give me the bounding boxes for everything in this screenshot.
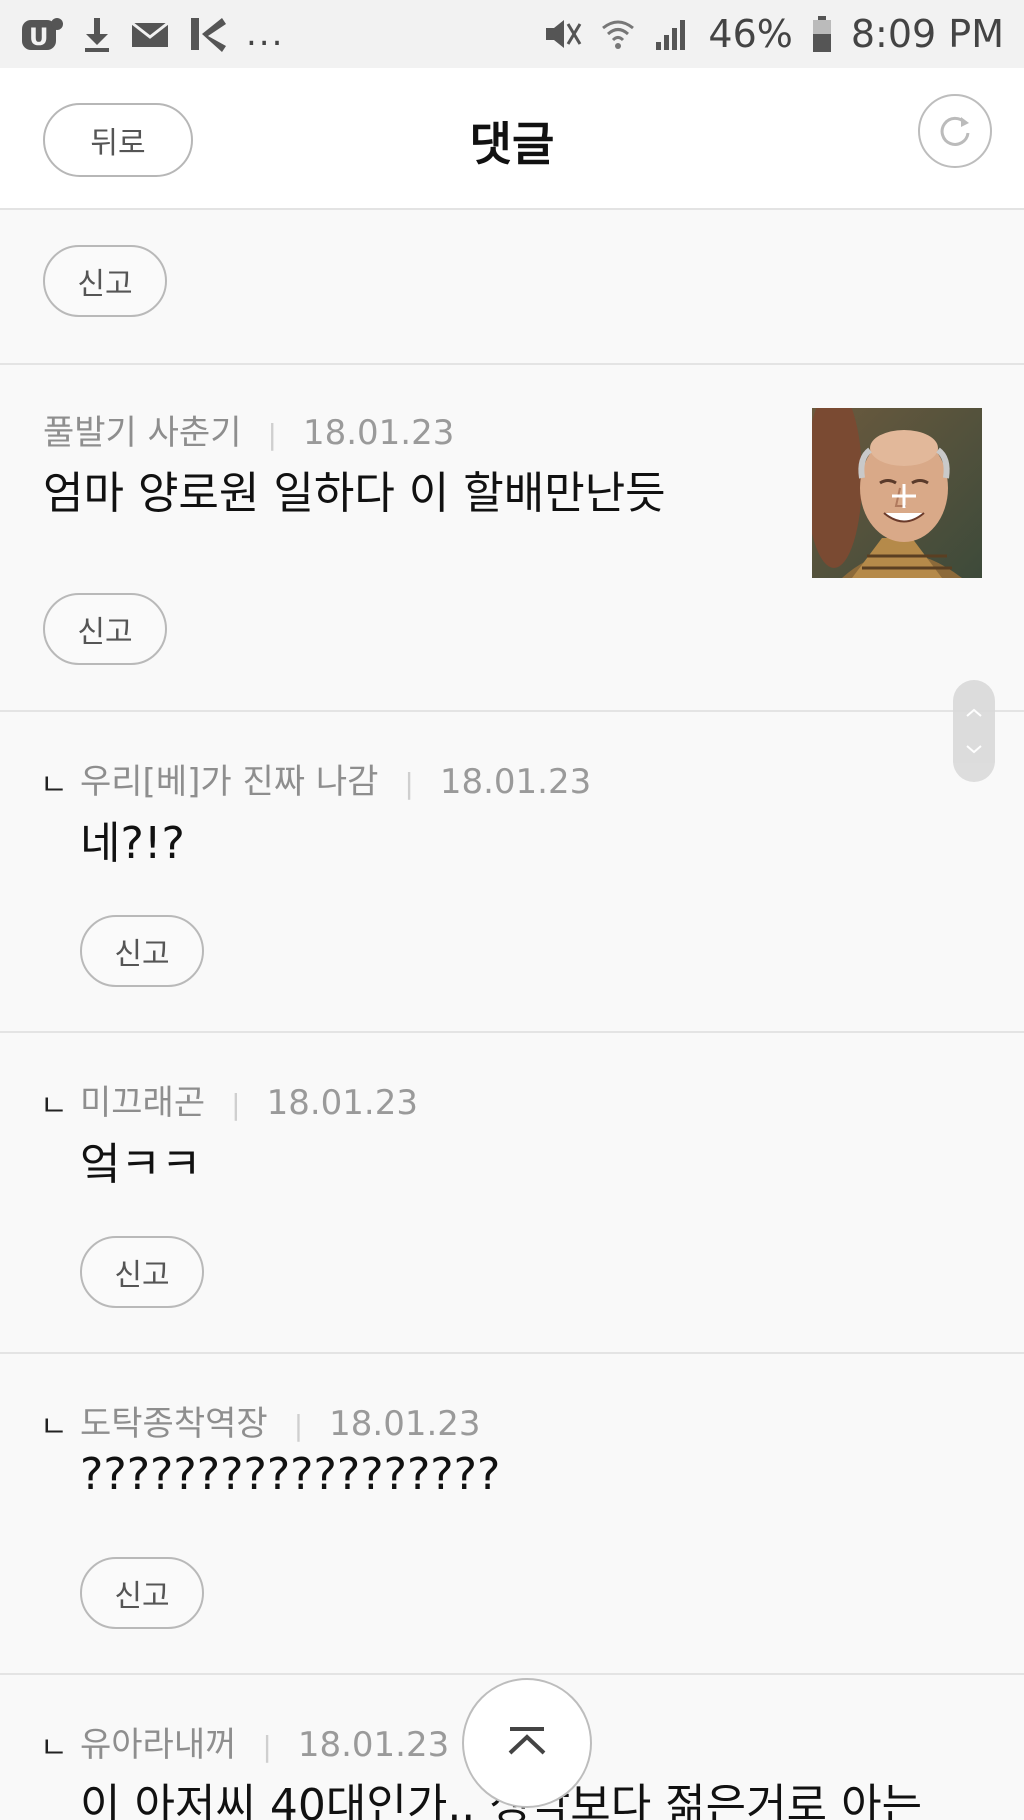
report-button[interactable]: 신고 [43,245,167,317]
report-button[interactable]: 신고 [80,915,204,987]
report-button[interactable]: 신고 [80,1236,204,1308]
mail-icon [130,14,170,54]
scroll-to-top-button[interactable] [462,1678,592,1808]
meta-separator: | [231,1088,241,1121]
status-bar: U ... 46% 8:09 PM [0,0,1024,68]
report-button[interactable]: 신고 [43,593,167,665]
comment-text: ?????????????????? [80,1449,501,1500]
refresh-icon [935,111,975,151]
reply-item: ㄴ 도탁종착역장 | 18.01.23 ?????????????????? 신고 [0,1354,1024,1675]
status-bar-left: U ... [20,14,284,54]
comment-meta: 미끄래곤 | 18.01.23 [80,1075,418,1124]
comment-date: 18.01.23 [297,1725,450,1765]
reply-indicator: ㄴ [40,1410,68,1445]
reply-indicator: ㄴ [40,1731,68,1766]
comment-meta: 풀발기 사춘기 | 18.01.23 [43,405,454,454]
meta-separator: | [267,418,277,451]
reply-item: ㄴ 미끄래곤 | 18.01.23 엌ㅋㅋ 신고 [0,1033,1024,1354]
comment-author[interactable]: 도탁종착역장 [80,1404,268,1444]
comment-author[interactable]: 미끄래곤 [80,1083,205,1123]
refresh-button[interactable] [918,94,992,168]
battery-percent: 46% [708,12,793,56]
comment-author[interactable]: 풀발기 사춘기 [43,413,242,453]
comment-meta: 유아라내꺼 | 18.01.23 [80,1717,449,1766]
comment-list[interactable]: 신고 풀발기 사춘기 | 18.01.23 엄마 양로원 일하다 이 할배만난듯 [0,210,1024,1820]
svg-text:U: U [29,23,49,51]
header: 뒤로 댓글 [0,68,1024,210]
comment-date: 18.01.23 [266,1083,418,1123]
k-app-icon [188,14,228,54]
comment-author[interactable]: 유아라내꺼 [80,1725,236,1765]
mute-icon [542,14,582,54]
page-title: 댓글 [469,117,555,171]
meta-separator: | [404,767,414,800]
download-icon [82,14,112,54]
battery-icon [811,14,833,54]
app-u-icon: U [20,14,64,54]
signal-icon [654,14,690,54]
clock: 8:09 PM [850,12,1004,56]
fast-scroll-handle[interactable] [953,680,995,782]
report-button[interactable]: 신고 [80,1557,204,1629]
scroll-to-top-icon [502,1723,552,1763]
comment-meta: 도탁종착역장 | 18.01.23 [80,1396,481,1445]
comment-image[interactable] [812,408,982,578]
meta-separator: | [262,1730,272,1763]
comment-date: 18.01.23 [439,762,592,802]
status-bar-right: 46% 8:09 PM [542,12,1004,56]
comment-date: 18.01.23 [302,413,455,453]
comment-meta: 우리[베]가 진짜 나감 | 18.01.23 [80,754,591,803]
reply-indicator: ㄴ [40,768,68,803]
reply-indicator: ㄴ [40,1089,68,1124]
meta-separator: | [293,1409,304,1442]
comment-text: 네?!? [80,818,185,869]
comment-text: 엄마 양로원 일하다 이 할배만난듯 [43,468,666,519]
comment-author[interactable]: 우리[베]가 진짜 나감 [80,762,378,802]
more-notifications: ... [246,14,285,54]
comment-item: 신고 [0,210,1024,365]
comment-item: 풀발기 사춘기 | 18.01.23 엄마 양로원 일하다 이 할배만난듯 신고 [0,365,1024,712]
comment-date: 18.01.23 [329,1404,481,1444]
wifi-icon [600,14,636,54]
comment-text: 엌ㅋㅋ [80,1139,202,1190]
reply-item: ㄴ 우리[베]가 진짜 나감 | 18.01.23 네?!? 신고 [0,712,1024,1033]
